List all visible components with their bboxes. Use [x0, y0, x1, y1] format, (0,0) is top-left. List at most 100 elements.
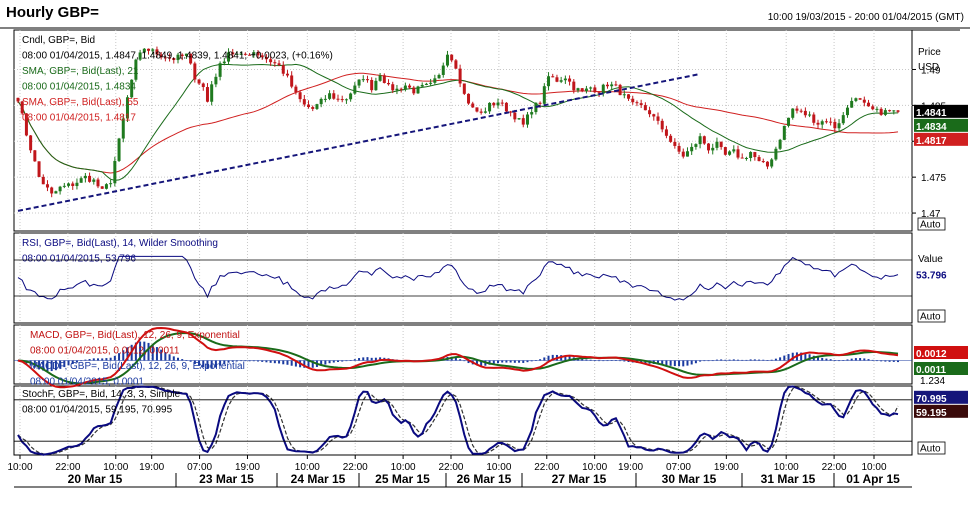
candle-body: [837, 123, 841, 129]
candle-body: [660, 120, 664, 130]
candle-body: [761, 161, 765, 163]
candle-body: [504, 102, 508, 112]
candle-body: [883, 110, 887, 115]
x-day-label: 26 Mar 15: [457, 472, 512, 486]
legend-line: MACDF, GBP=, Bid(Last), 12, 26, 9, Expon…: [30, 361, 245, 372]
candle-body: [437, 74, 441, 79]
x-day-label: 23 Mar 15: [199, 472, 254, 486]
macd-bar: [854, 358, 857, 361]
candle-body: [896, 110, 900, 112]
macd-bar: [821, 357, 824, 361]
candle-body: [841, 115, 845, 124]
macd-bar: [113, 355, 116, 361]
candle-body: [728, 151, 732, 155]
x-day-label: 25 Mar 15: [375, 472, 430, 486]
candle-body: [483, 111, 487, 113]
candle-body: [488, 102, 492, 112]
candle-body: [83, 175, 87, 179]
candle-body: [614, 84, 618, 86]
x-hour-label: 19:00: [714, 462, 739, 473]
candle-body: [391, 84, 395, 91]
candle-body: [479, 111, 483, 113]
candle-body: [521, 118, 525, 125]
candle-body: [328, 93, 332, 99]
x-day-label: 27 Mar 15: [552, 472, 607, 486]
macd-bar: [547, 355, 550, 361]
price-axis-label: Price: [918, 47, 941, 58]
candle-body: [749, 152, 753, 158]
candle-body: [205, 87, 209, 102]
candle-body: [888, 110, 892, 112]
x-day-label: 24 Mar 15: [291, 472, 346, 486]
candle-body: [344, 99, 348, 101]
candle-body: [568, 78, 572, 82]
candle-body: [610, 84, 614, 87]
macd-bar: [779, 357, 782, 361]
legend-line: 08:00 01/04/2015, 0.0001: [30, 377, 144, 388]
legend-line: RSI, GBP=, Bid(Last), 14, Wilder Smoothi…: [22, 238, 218, 249]
candle-body: [349, 93, 353, 100]
candle-body: [580, 88, 584, 92]
candle-body: [33, 150, 37, 162]
candle-body: [323, 98, 327, 100]
candle-body: [71, 183, 75, 187]
panel-frames: [0, 27, 970, 488]
candle-body: [319, 98, 323, 105]
legend-line: SMA, GBP=, Bid(Last), 21: [22, 66, 139, 77]
candle-body: [584, 88, 588, 92]
candle-body: [509, 111, 513, 113]
chart-title: Hourly GBP=: [6, 4, 99, 21]
date-range: 10:00 19/03/2015 - 20:00 01/04/2015 (GMT…: [768, 12, 964, 23]
candle-body: [420, 84, 424, 87]
candle-body: [559, 80, 563, 82]
macd-bar: [366, 357, 369, 361]
candle-body: [517, 118, 521, 120]
candle-body: [862, 99, 866, 103]
candle-body: [879, 108, 883, 115]
candle-body: [808, 114, 812, 116]
auto-button-label: Auto: [920, 220, 941, 231]
macd-bar: [501, 360, 504, 363]
macd-bar: [518, 360, 521, 363]
auto-button-label: Auto: [920, 444, 941, 455]
x-hour-label: 22:00: [343, 462, 368, 473]
candle-body: [374, 80, 378, 91]
candle-body: [357, 79, 361, 86]
candle-body: [605, 84, 609, 87]
macd-bar: [682, 360, 685, 367]
candle-body: [698, 136, 702, 145]
candle-body: [572, 81, 576, 91]
candle-body: [492, 102, 496, 106]
candle-body: [424, 83, 428, 85]
candle-body: [563, 78, 567, 81]
candle-body: [361, 79, 365, 81]
candle-body: [365, 79, 369, 81]
candle-body: [702, 136, 706, 144]
candle-body: [690, 146, 694, 152]
candle-body: [820, 121, 824, 125]
candle-body: [429, 82, 433, 84]
candle-body: [871, 106, 875, 110]
macd-bar: [543, 357, 546, 361]
macd-bar: [269, 360, 272, 363]
candle-body: [555, 77, 559, 82]
candle-body: [799, 110, 803, 112]
candle-body: [816, 122, 820, 125]
macd-bar: [370, 357, 373, 361]
candle-body: [441, 65, 445, 75]
candle-body: [685, 151, 689, 157]
rsi-value-label: Value: [918, 254, 943, 265]
candle-body: [382, 75, 386, 83]
candle-body: [833, 121, 837, 129]
x-axis: 10:00 22:00 10:00 19:00 07:00 19:00 10:00 22:00…: [7, 455, 900, 487]
candle-body: [50, 187, 54, 194]
legend-line: Cndl, GBP=, Bid: [22, 35, 95, 46]
legend-line: 08:00 01/04/2015, 1.4847, 1.4849, 1.4839…: [22, 51, 333, 62]
candle-body: [29, 135, 33, 151]
chart-canvas: Hourly GBP= 10:00 19/03/2015 - 20:00 01/…: [0, 4, 970, 488]
candle-body: [669, 135, 673, 142]
candle-body: [307, 104, 311, 108]
candle-body: [92, 179, 96, 182]
right-axis: Price USD Value 1.491.4851.481.4751.47 1…: [912, 47, 968, 455]
candle-body: [500, 102, 504, 104]
